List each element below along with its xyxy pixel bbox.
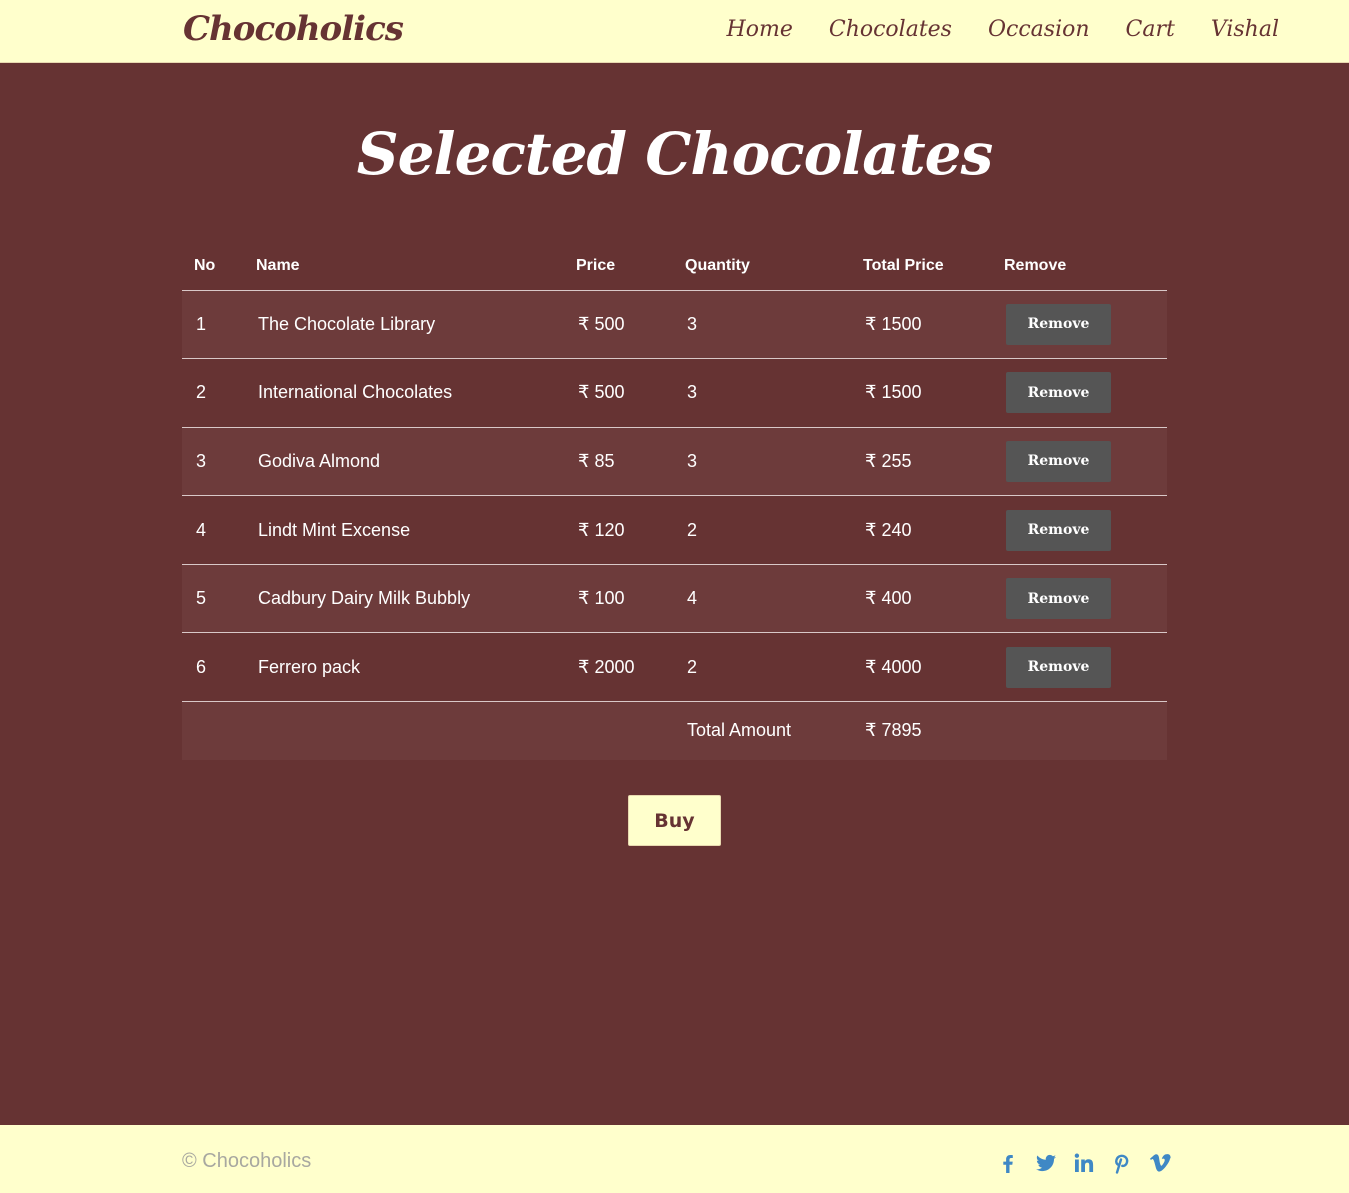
table-row: 1 The Chocolate Library ₹ 500 3 ₹ 1500 R… [182, 290, 1167, 360]
table-row: 5 Cadbury Dairy Milk Bubbly ₹ 100 4 ₹ 40… [182, 564, 1167, 634]
row-name: Cadbury Dairy Milk Bubbly [244, 564, 564, 634]
row-name: The Chocolate Library [244, 290, 564, 360]
remove-button[interactable]: Remove [1006, 372, 1111, 414]
total-row: Total Amount ₹ 7895 [182, 701, 1167, 760]
remove-button[interactable]: Remove [1006, 303, 1111, 345]
row-quantity: 2 [673, 632, 851, 703]
row-no: 5 [182, 564, 244, 634]
row-price: ₹ 500 [564, 290, 673, 360]
social-links [995, 1149, 1185, 1177]
header-quantity: Quantity [673, 242, 851, 291]
row-quantity: 3 [673, 427, 851, 497]
table-row: 6 Ferrero pack ₹ 2000 2 ₹ 4000 Remove [182, 632, 1167, 703]
navbar: Chocoholics Home Chocolates Occasion Car… [0, 0, 1349, 63]
row-remove-cell: Remove [992, 495, 1167, 565]
header-remove: Remove [992, 242, 1167, 291]
remove-button[interactable]: Remove [1006, 646, 1111, 688]
remove-button[interactable]: Remove [1006, 509, 1111, 551]
remove-button[interactable]: Remove [1006, 578, 1111, 620]
header-name: Name [244, 242, 564, 291]
linkedin-icon[interactable] [1071, 1149, 1097, 1177]
row-price: ₹ 120 [564, 495, 673, 565]
row-total-price: ₹ 255 [851, 427, 992, 497]
row-total-price: ₹ 400 [851, 564, 992, 634]
buy-button[interactable]: Buy [628, 795, 721, 846]
brand-logo[interactable]: Chocoholics [183, 9, 404, 49]
header-total-price: Total Price [851, 242, 992, 291]
vimeo-icon[interactable] [1147, 1149, 1173, 1177]
row-no: 6 [182, 632, 244, 703]
row-price: ₹ 2000 [564, 632, 673, 703]
nav-links: Home Chocolates Occasion Cart Vishal [691, 17, 1279, 42]
table-row: 3 Godiva Almond ₹ 85 3 ₹ 255 Remove [182, 427, 1167, 497]
nav-link-occasion[interactable]: Occasion [988, 17, 1090, 42]
remove-button[interactable]: Remove [1006, 440, 1111, 482]
total-amount-label: Total Amount [687, 720, 792, 741]
row-quantity: 4 [673, 564, 851, 634]
nav-link-home[interactable]: Home [727, 17, 793, 42]
row-total-price: ₹ 1500 [851, 290, 992, 360]
row-total-price: ₹ 1500 [851, 358, 992, 428]
row-remove-cell: Remove [992, 564, 1167, 634]
cart-table: No Name Price Quantity Total Price Remov… [182, 242, 1167, 760]
row-name: Godiva Almond [244, 427, 564, 497]
row-remove-cell: Remove [992, 290, 1167, 360]
header-no: No [182, 242, 244, 291]
row-no: 3 [182, 427, 244, 497]
row-price: ₹ 500 [564, 358, 673, 428]
nav-link-chocolates[interactable]: Chocolates [829, 17, 952, 42]
header-price: Price [564, 242, 673, 291]
row-no: 2 [182, 358, 244, 428]
nav-link-user[interactable]: Vishal [1211, 17, 1279, 42]
row-name: International Chocolates [244, 358, 564, 428]
row-no: 4 [182, 495, 244, 565]
row-quantity: 3 [673, 290, 851, 360]
row-price: ₹ 100 [564, 564, 673, 634]
twitter-icon[interactable] [1033, 1149, 1059, 1177]
facebook-icon[interactable] [995, 1149, 1021, 1177]
copyright-text: © Chocoholics [182, 1150, 312, 1172]
footer: © Chocoholics [0, 1125, 1349, 1193]
row-total-price: ₹ 4000 [851, 632, 992, 703]
table-header-row: No Name Price Quantity Total Price Remov… [182, 242, 1167, 291]
row-total-price: ₹ 240 [851, 495, 992, 565]
row-remove-cell: Remove [992, 358, 1167, 428]
nav-link-cart[interactable]: Cart [1126, 17, 1175, 42]
row-name: Ferrero pack [244, 632, 564, 703]
row-remove-cell: Remove [992, 632, 1167, 703]
row-name: Lindt Mint Excense [244, 495, 564, 565]
row-price: ₹ 85 [564, 427, 673, 497]
row-quantity: 2 [673, 495, 851, 565]
row-remove-cell: Remove [992, 427, 1167, 497]
table-row: 4 Lindt Mint Excense ₹ 120 2 ₹ 240 Remov… [182, 495, 1167, 565]
pinterest-icon[interactable] [1109, 1149, 1135, 1177]
page-title: Selected Chocolates [356, 120, 993, 188]
row-no: 1 [182, 290, 244, 360]
total-amount-value: ₹ 7895 [865, 720, 922, 741]
row-quantity: 3 [673, 358, 851, 428]
table-row: 2 International Chocolates ₹ 500 3 ₹ 150… [182, 358, 1167, 428]
